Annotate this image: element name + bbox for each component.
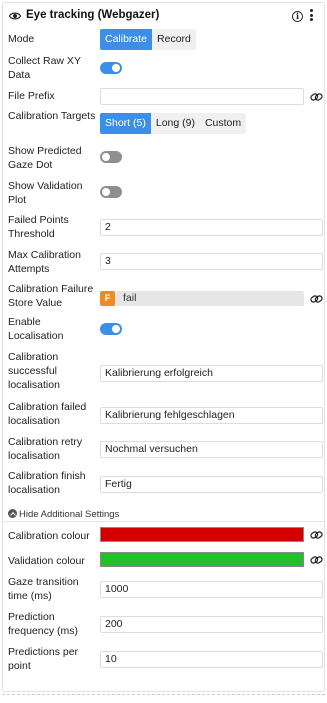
enable-localisation-label: Enable Localisation bbox=[8, 316, 64, 342]
mode-selector: Calibrate Record bbox=[100, 29, 196, 50]
calibration-targets-selector: Short (5) Long (9) Custom bbox=[100, 113, 247, 134]
prediction-frequency-label: Prediction frequency (ms) bbox=[8, 611, 79, 637]
mode-label: Mode bbox=[8, 33, 35, 45]
cal-retry-input[interactable]: Nochmal versuchen bbox=[100, 441, 323, 458]
link-icon[interactable] bbox=[310, 530, 323, 540]
show-predicted-label: Show Predicted Gaze Dot bbox=[8, 145, 82, 171]
cal-finish-label: Calibration finish localisation bbox=[8, 470, 86, 496]
drop-zone-divider bbox=[2, 694, 325, 695]
panel-header: Eye tracking (Webgazer) i bbox=[3, 3, 324, 29]
show-predicted-toggle[interactable] bbox=[100, 151, 122, 163]
hide-additional-settings[interactable]: Hide Additional Settings bbox=[8, 509, 119, 520]
cal-failed-input[interactable]: Kalibrierung fehlgeschlagen bbox=[100, 407, 323, 424]
predictions-per-point-input[interactable]: 10 bbox=[100, 651, 323, 668]
cal-success-input[interactable]: Kalibrierung erfolgreich bbox=[100, 365, 323, 382]
failure-store-label: Calibration Failure Store Value bbox=[8, 283, 94, 309]
targets-option-long[interactable]: Long (9) bbox=[150, 113, 200, 134]
variable-badge: F bbox=[100, 291, 115, 306]
val-colour-swatch[interactable] bbox=[100, 552, 304, 567]
eye-icon[interactable] bbox=[9, 10, 21, 22]
cal-success-label: Calibration successful localisation bbox=[8, 351, 60, 391]
eye-tracking-panel: Eye tracking (Webgazer) i Mode Calibrate… bbox=[2, 2, 325, 692]
section-divider bbox=[3, 521, 324, 522]
gaze-transition-input[interactable]: 1000 bbox=[100, 581, 323, 598]
collect-raw-toggle[interactable] bbox=[100, 62, 122, 74]
cal-colour-label: Calibration colour bbox=[8, 530, 90, 542]
info-icon[interactable]: i bbox=[292, 11, 303, 22]
failure-store-field[interactable]: F fail bbox=[100, 291, 304, 306]
show-validation-label: Show Validation Plot bbox=[8, 180, 83, 206]
predictions-per-point-label: Predictions per point bbox=[8, 646, 79, 672]
more-vertical-icon[interactable] bbox=[308, 9, 314, 23]
max-attempts-label: Max Calibration Attempts bbox=[8, 249, 81, 275]
file-prefix-input[interactable] bbox=[100, 88, 304, 105]
link-icon[interactable] bbox=[310, 294, 323, 304]
cal-retry-label: Calibration retry localisation bbox=[8, 436, 83, 462]
mode-option-calibrate[interactable]: Calibrate bbox=[100, 29, 153, 50]
show-validation-toggle[interactable] bbox=[100, 186, 122, 198]
cal-failed-label: Calibration failed localisation bbox=[8, 401, 87, 427]
failed-points-label: Failed Points Threshold bbox=[8, 214, 69, 240]
cal-colour-swatch[interactable] bbox=[100, 527, 304, 542]
max-attempts-input[interactable]: 3 bbox=[100, 253, 323, 270]
chevron-up-icon bbox=[8, 509, 17, 518]
targets-option-custom[interactable]: Custom bbox=[199, 113, 247, 134]
file-prefix-label: File Prefix bbox=[8, 90, 55, 102]
enable-localisation-toggle[interactable] bbox=[100, 323, 122, 335]
failed-points-input[interactable]: 2 bbox=[100, 219, 323, 236]
link-icon[interactable] bbox=[310, 555, 323, 565]
mode-option-record[interactable]: Record bbox=[152, 29, 196, 50]
gaze-transition-label: Gaze transition time (ms) bbox=[8, 576, 79, 602]
hide-additional-label: Hide Additional Settings bbox=[19, 509, 120, 520]
collect-raw-label: Collect Raw XY Data bbox=[8, 55, 81, 81]
prediction-frequency-input[interactable]: 200 bbox=[100, 616, 323, 633]
val-colour-label: Validation colour bbox=[8, 555, 85, 567]
calibration-targets-label: Calibration Targets bbox=[8, 110, 96, 122]
targets-option-short[interactable]: Short (5) bbox=[100, 113, 151, 134]
link-icon[interactable] bbox=[310, 92, 323, 102]
failure-store-value: fail bbox=[123, 292, 137, 304]
panel-title: Eye tracking (Webgazer) bbox=[26, 9, 160, 21]
cal-finish-input[interactable]: Fertig bbox=[100, 476, 323, 493]
